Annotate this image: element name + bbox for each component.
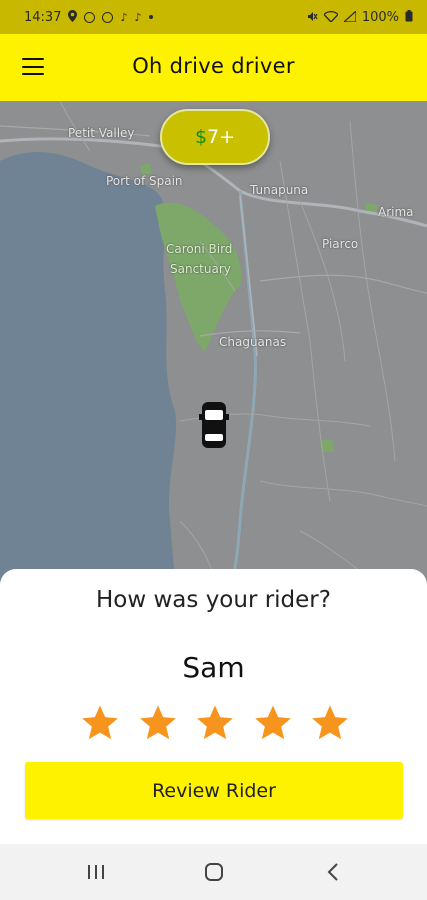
currency-symbol: $ xyxy=(194,126,208,148)
earnings-button[interactable]: $7+ xyxy=(160,109,270,165)
status-time: 14:37 xyxy=(24,9,62,25)
map-canvas xyxy=(0,101,427,581)
earnings-amount: 7+ xyxy=(207,126,236,148)
star-icon[interactable] xyxy=(310,703,350,743)
star-icon[interactable] xyxy=(80,703,120,743)
star-rating[interactable] xyxy=(80,703,350,745)
battery-level: 100% xyxy=(361,9,399,25)
star-icon[interactable] xyxy=(253,703,293,743)
map-label-tunapuna: Tunapuna xyxy=(250,183,309,197)
star-icon[interactable] xyxy=(138,703,178,743)
music-icon: ♪ xyxy=(120,10,128,24)
notification-icon xyxy=(84,11,96,23)
rating-question: How was your rider? xyxy=(96,587,331,613)
review-rider-button[interactable]: Review Rider xyxy=(25,762,403,819)
location-icon xyxy=(68,10,78,24)
app-title: Oh drive driver xyxy=(132,54,295,78)
star-icon[interactable] xyxy=(195,703,235,743)
map-label-petit-valley: Petit Valley xyxy=(68,126,135,140)
car-marker-icon xyxy=(196,398,232,452)
map-label-sanctuary: Sanctuary xyxy=(170,262,231,276)
signal-icon xyxy=(342,9,357,24)
home-icon[interactable] xyxy=(202,862,226,882)
map-label-piarco: Piarco xyxy=(322,237,359,251)
app-bar: Oh drive driver xyxy=(0,34,427,101)
map-label-chaguanas: Chaguanas xyxy=(219,335,287,349)
map-label-port-of-spain: Port of Spain xyxy=(106,174,183,188)
recent-apps-icon[interactable] xyxy=(84,862,108,882)
status-bar: 14:37 ♪ ♪ 100% xyxy=(0,0,427,34)
dot-icon xyxy=(148,15,153,19)
wifi-icon xyxy=(322,10,339,24)
rating-sheet: How was your rider? Sam Review Rider xyxy=(0,569,427,844)
map-label-caroni-bird: Caroni Bird xyxy=(166,242,233,256)
music-icon: ♪ xyxy=(134,10,142,24)
battery-icon xyxy=(405,10,413,24)
rider-name: Sam xyxy=(182,651,245,684)
map-view[interactable]: Petit Valley Port of Spain Tunapuna Arim… xyxy=(0,101,427,581)
system-nav-bar xyxy=(0,844,427,900)
map-label-arima: Arima xyxy=(378,205,414,219)
notification-icon xyxy=(102,11,114,23)
mute-icon xyxy=(307,11,318,24)
back-icon[interactable] xyxy=(322,862,346,882)
